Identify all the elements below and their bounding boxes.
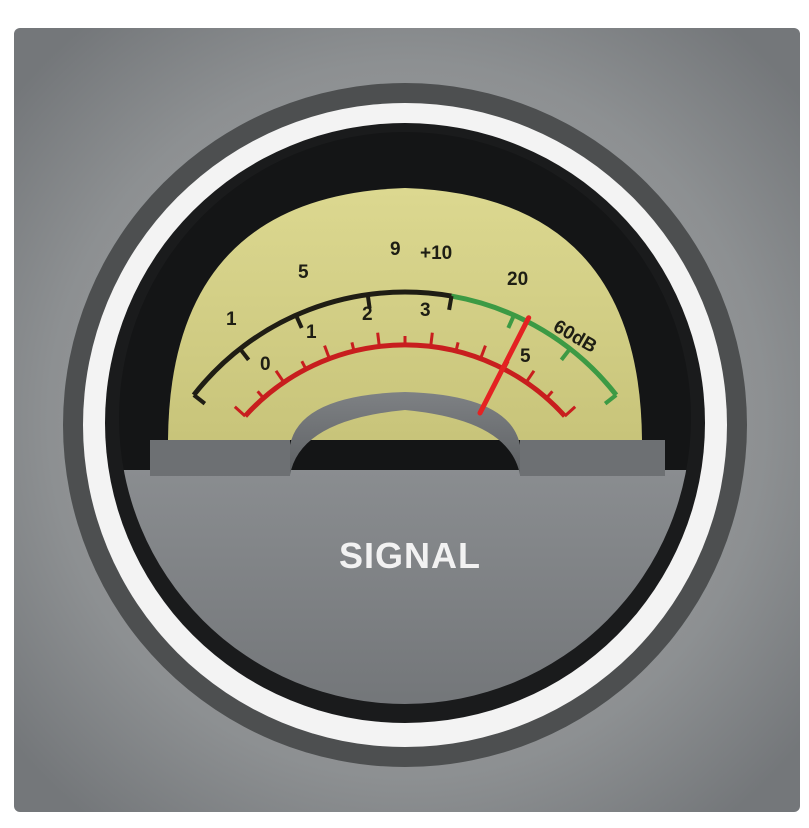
signal-label-0: 0 — [260, 354, 271, 375]
signal-label-3: 3 — [420, 300, 431, 321]
db-label-5: 5 — [298, 262, 309, 283]
signal-label-5: 5 — [520, 346, 531, 367]
signal-tick — [350, 342, 356, 352]
panel-caption: SIGNAL — [339, 535, 481, 576]
signal-tick — [376, 332, 381, 347]
meter-photo: 1 5 9 +10 20 60dB 0 1 2 3 5 SIGNAL — [0, 0, 809, 828]
signal-label-2: 2 — [362, 304, 373, 325]
signal-tick — [454, 342, 460, 352]
db-label-1: 1 — [226, 309, 237, 330]
db-label-plus10: +10 — [420, 243, 452, 264]
db-label-20: 20 — [507, 269, 528, 290]
db-label-9: 9 — [390, 239, 401, 260]
signal-tick — [429, 332, 434, 347]
db-tick — [447, 295, 454, 311]
vu-meter: 1 5 9 +10 20 60dB 0 1 2 3 5 SIGNAL — [14, 28, 800, 812]
signal-label-1: 1 — [306, 322, 317, 343]
